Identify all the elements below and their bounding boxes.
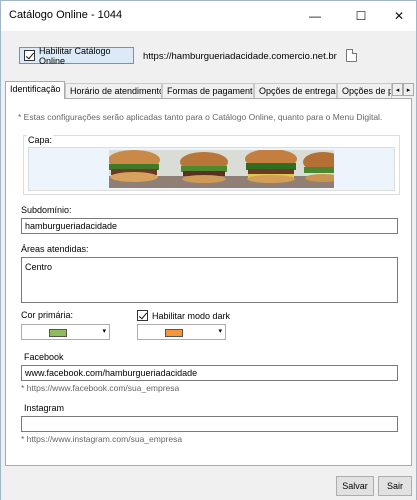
minimize-icon: —	[309, 9, 321, 23]
instagram-input[interactable]	[21, 416, 398, 432]
tab-label: Formas de pagamento	[167, 86, 254, 96]
enable-catalog-label: Habilitar Catálogo Online	[39, 45, 111, 66]
service-areas-textarea[interactable]: Centro	[21, 257, 398, 303]
settings-note: * Estas configurações serão aplicadas ta…	[18, 112, 383, 122]
primary-color-swatch	[49, 329, 67, 337]
dark-mode-label: Habilitar modo dark	[152, 310, 231, 321]
facebook-input[interactable]: www.facebook.com/hamburgueriadacidade	[21, 365, 398, 381]
tab-label: Horário de atendimento	[70, 86, 162, 96]
tab-opcoes-pe[interactable]: Opções de pe	[337, 83, 392, 98]
primary-color-select[interactable]: ▾	[21, 324, 110, 340]
close-button[interactable]: ✕	[379, 1, 417, 31]
dark-color-select[interactable]: ▾	[137, 324, 226, 340]
facebook-hint: * https://www.facebook.com/sua_empresa	[21, 383, 180, 393]
tab-identificacao[interactable]: Identificação	[5, 81, 65, 99]
tab-label: Opções de pe	[342, 86, 391, 96]
maximize-button[interactable]: ☐	[341, 1, 381, 31]
cover-group: Capa:	[23, 135, 400, 195]
enable-catalog-check-icon	[24, 50, 35, 61]
facebook-label: Facebook	[24, 352, 64, 362]
chevron-down-icon: ▾	[102, 328, 106, 335]
tab-label: Identificação	[10, 84, 61, 94]
cover-label: Capa:	[27, 135, 54, 145]
tab-horario[interactable]: Horário de atendimento	[65, 83, 162, 98]
window-title: Catálogo Online - 1044	[9, 9, 123, 21]
bottom-bar: Salvar Sair	[1, 466, 416, 500]
catalog-window: Catálogo Online - 1044 — ☐ ✕ Habilitar C…	[0, 0, 417, 500]
burger-graphic	[109, 150, 160, 182]
service-areas-label: Áreas atendidas:	[21, 244, 89, 254]
minimize-button[interactable]: —	[295, 1, 335, 31]
tab-scroll-right-button[interactable]: ▸	[403, 83, 414, 96]
close-icon: ✕	[393, 9, 405, 23]
tab-label: Opções de entrega	[259, 86, 336, 96]
chevron-down-icon: ▾	[218, 328, 222, 335]
burger-graphic	[303, 152, 334, 182]
identificacao-panel: * Estas configurações serão aplicadas ta…	[5, 98, 412, 466]
tab-entrega[interactable]: Opções de entrega	[254, 83, 337, 98]
subdomain-label: Subdomínio:	[21, 205, 72, 215]
tab-pagamento[interactable]: Formas de pagamento	[162, 83, 254, 98]
dark-color-swatch	[165, 329, 183, 337]
instagram-label: Instagram	[24, 403, 65, 413]
primary-color-label: Cor primária:	[21, 310, 74, 320]
catalog-url: https://hamburgueriadacidade.comercio.ne…	[143, 51, 337, 62]
cover-image	[109, 150, 334, 188]
subdomain-input[interactable]: hamburgueriadacidade	[21, 218, 398, 234]
instagram-hint: * https://www.instagram.com/sua_empresa	[21, 434, 183, 444]
copy-url-icon[interactable]	[346, 49, 357, 62]
chevron-left-icon: ◂	[395, 86, 400, 94]
tab-strip: Identificação Horário de atendimento For…	[5, 81, 416, 99]
dark-mode-checkbox[interactable]: Habilitar modo dark	[137, 310, 230, 321]
chevron-right-icon: ▸	[406, 86, 411, 94]
title-bar: Catálogo Online - 1044 — ☐ ✕	[1, 1, 416, 31]
burger-graphic	[180, 152, 228, 183]
top-row: Habilitar Catálogo Online https://hambur…	[1, 31, 416, 81]
burger-graphic	[245, 150, 297, 183]
save-button[interactable]: Salvar	[336, 476, 374, 496]
maximize-icon: ☐	[355, 9, 367, 23]
enable-catalog-checkbox[interactable]: Habilitar Catálogo Online	[19, 45, 134, 66]
dark-mode-check-icon	[137, 310, 148, 321]
cover-image-frame[interactable]	[28, 147, 395, 191]
exit-button[interactable]: Sair	[378, 476, 412, 496]
tab-scroll-left-button[interactable]: ◂	[392, 83, 403, 96]
